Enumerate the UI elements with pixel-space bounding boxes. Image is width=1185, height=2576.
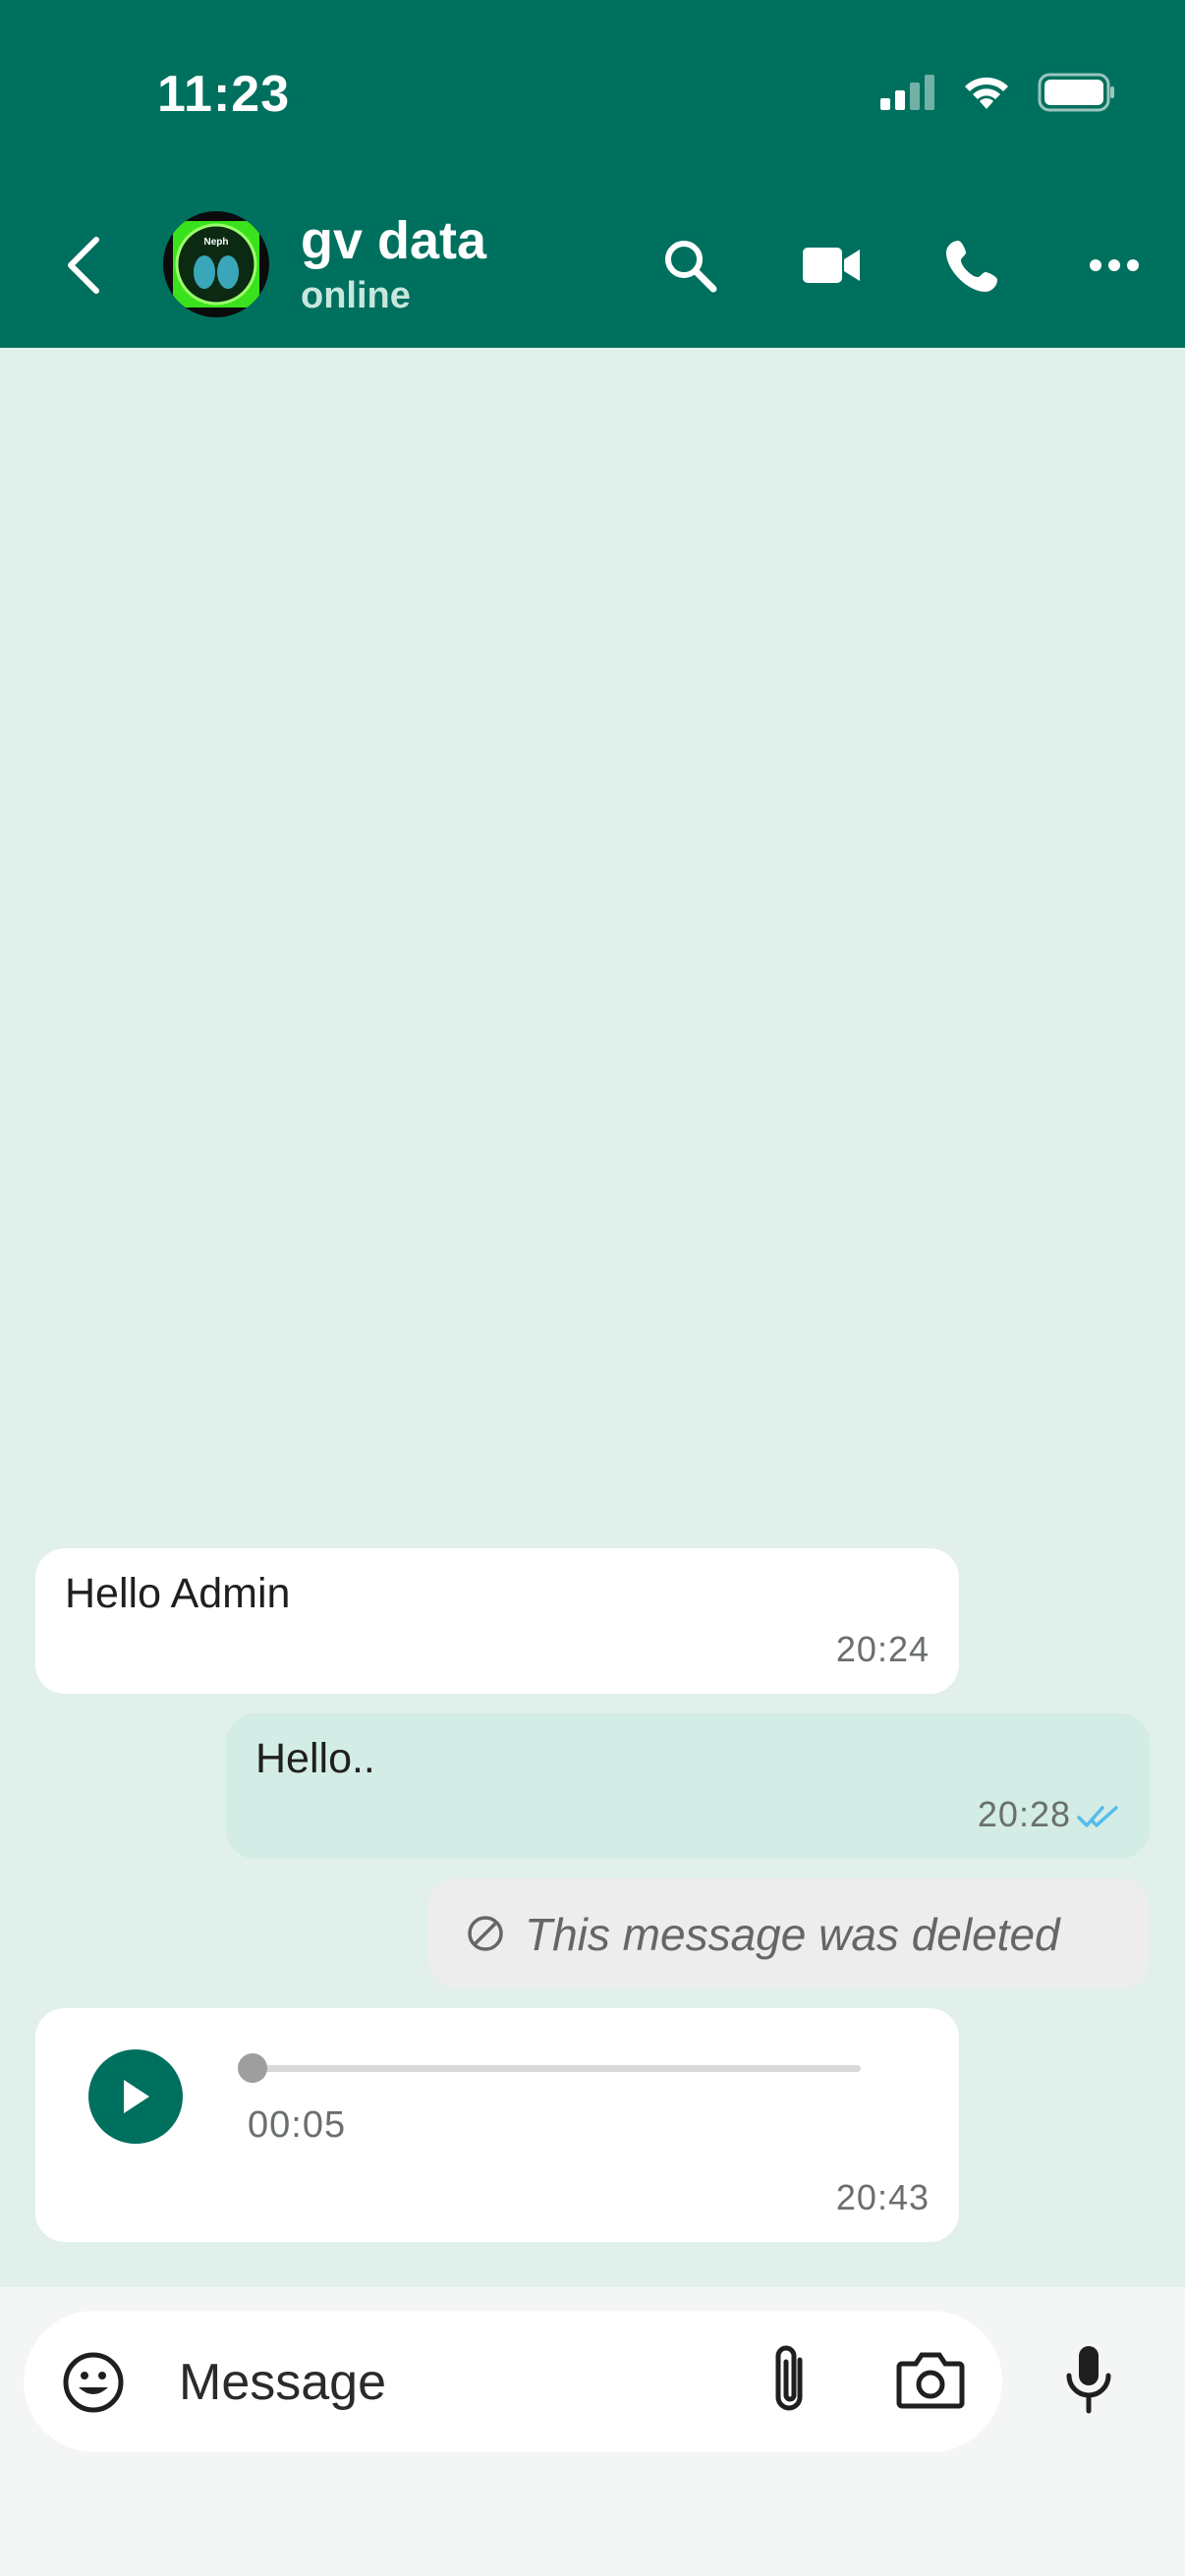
- chat-header: 11:23 Neph gv data online: [0, 0, 1185, 348]
- camera-icon: [896, 2352, 965, 2409]
- contact-name[interactable]: gv data: [301, 210, 486, 271]
- attach-button[interactable]: [766, 2342, 816, 2421]
- voice-duration: 00:05: [248, 2104, 347, 2146]
- play-icon: [124, 2080, 149, 2113]
- double-check-read-icon: [1077, 1806, 1118, 1827]
- message-bubble-outgoing[interactable]: Hello.. 20:28: [226, 1713, 1150, 1859]
- play-button[interactable]: [88, 2049, 183, 2144]
- paperclip-icon: [775, 2345, 803, 2411]
- message-text: Hello..: [255, 1735, 375, 1782]
- back-button[interactable]: [55, 226, 110, 305]
- more-horizontal-icon: [1090, 259, 1139, 271]
- deleted-message-bubble[interactable]: This message was deleted: [428, 1878, 1150, 1988]
- chevron-left-icon: [68, 237, 99, 294]
- voice-call-button[interactable]: [931, 224, 1014, 307]
- wifi-icon: [961, 74, 1012, 116]
- voice-record-button[interactable]: [1061, 2342, 1120, 2421]
- video-call-button[interactable]: [790, 224, 873, 307]
- avatar-text: Neph: [204, 237, 229, 248]
- search-icon: [665, 241, 717, 293]
- status-time: 11:23: [157, 66, 291, 123]
- microphone-icon: [1066, 2346, 1111, 2414]
- phone-icon: [946, 241, 997, 292]
- signal-icon: [880, 74, 935, 115]
- search-button[interactable]: [649, 224, 731, 307]
- status-icons: [880, 73, 1116, 116]
- battery-icon: [1038, 73, 1116, 117]
- message-time: 20:28: [977, 1794, 1071, 1834]
- deleted-message-text: This message was deleted: [525, 1909, 1060, 1960]
- blocked-icon: [468, 1916, 503, 1951]
- message-bubble-incoming[interactable]: Hello Admin 20:24: [35, 1548, 959, 1694]
- camera-button[interactable]: [896, 2350, 967, 2413]
- message-input[interactable]: [177, 2344, 711, 2421]
- emoji-icon: [63, 2352, 124, 2413]
- voice-progress-thumb[interactable]: [238, 2053, 267, 2083]
- more-options-button[interactable]: [1073, 224, 1156, 307]
- voice-message-bubble[interactable]: 00:05 20:43: [35, 2008, 959, 2242]
- message-time: 20:24: [835, 1629, 930, 1669]
- avatar[interactable]: Neph: [163, 211, 269, 317]
- message-time: 20:43: [835, 2177, 930, 2217]
- video-camera-icon: [803, 248, 860, 283]
- chat-area: [0, 348, 1185, 2287]
- emoji-button[interactable]: [61, 2350, 128, 2417]
- voice-progress-track[interactable]: [242, 2065, 861, 2072]
- contact-status: online: [301, 275, 411, 316]
- message-text: Hello Admin: [65, 1570, 291, 1617]
